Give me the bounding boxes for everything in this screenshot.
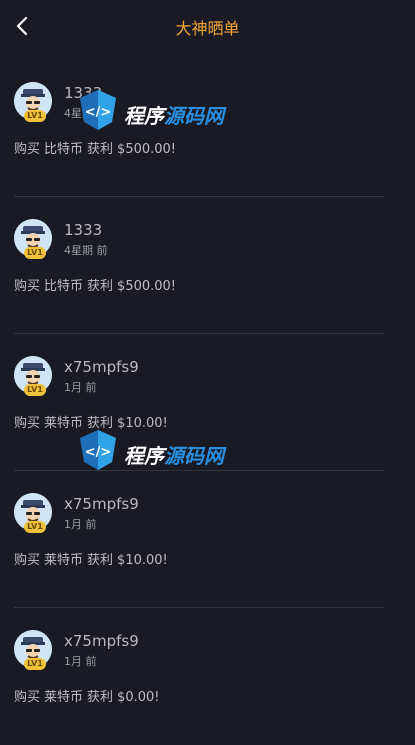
- avatar[interactable]: LV1: [14, 630, 52, 670]
- coin-name: 莱特币: [44, 553, 84, 568]
- showcase-feed: LV1 1333 4星期 前 购买 比特币 获利 $500.00! LV1 13…: [0, 60, 415, 745]
- profit-amount: $500.00!: [117, 142, 177, 157]
- profit-label: 获利: [87, 690, 114, 705]
- action-text: 购买: [14, 416, 41, 431]
- level-badge: LV1: [24, 658, 46, 670]
- avatar[interactable]: LV1: [14, 356, 52, 396]
- username: 1333: [64, 84, 103, 102]
- action-text: 购买: [14, 279, 41, 294]
- showcase-post: LV1 1333 4星期 前 购买 比特币 获利 $500.00!: [0, 60, 415, 197]
- post-time: 4星期 前: [64, 244, 108, 257]
- level-badge: LV1: [24, 521, 46, 533]
- top-bar: 大神晒单: [0, 0, 415, 52]
- showcase-post: LV1 1333 4星期 前 购买 比特币 获利 $500.00!: [0, 197, 415, 334]
- showcase-post: LV1 x75mpfs9 1月 前 购买 莱特币 获利 $10.00!: [0, 471, 415, 608]
- avatar[interactable]: LV1: [14, 493, 52, 533]
- coin-name: 比特币: [44, 279, 84, 294]
- profit-label: 获利: [87, 142, 114, 157]
- username: x75mpfs9: [64, 358, 139, 376]
- level-badge: LV1: [24, 247, 46, 259]
- level-badge: LV1: [24, 384, 46, 396]
- profit-label: 获利: [87, 279, 114, 294]
- profit-label: 获利: [87, 553, 114, 568]
- post-content: 购买 比特币 获利 $500.00!: [14, 275, 176, 294]
- action-text: 购买: [14, 690, 41, 705]
- profit-amount: $10.00!: [117, 553, 168, 568]
- avatar[interactable]: LV1: [14, 82, 52, 122]
- post-content: 购买 莱特币 获利 $10.00!: [14, 412, 168, 431]
- profit-amount: $500.00!: [117, 279, 177, 294]
- page-title: 大神晒单: [175, 19, 240, 38]
- post-content: 购买 莱特币 获利 $10.00!: [14, 549, 168, 568]
- showcase-post: LV1 x75mpfs9 1月 前 购买 莱特币 获利 $10.00!: [0, 334, 415, 471]
- username: 1333: [64, 221, 103, 239]
- showcase-post: LV1 x75mpfs9 1月 前 购买 莱特币 获利 $0.00!: [0, 608, 415, 745]
- level-badge: LV1: [24, 110, 46, 122]
- coin-name: 莱特币: [44, 416, 84, 431]
- post-content: 购买 莱特币 获利 $0.00!: [14, 686, 159, 705]
- username: x75mpfs9: [64, 495, 139, 513]
- profit-amount: $10.00!: [117, 416, 168, 431]
- action-text: 购买: [14, 553, 41, 568]
- username: x75mpfs9: [64, 632, 139, 650]
- action-text: 购买: [14, 142, 41, 157]
- coin-name: 莱特币: [44, 690, 84, 705]
- post-time: 1月 前: [64, 518, 97, 531]
- post-time: 4星期 前: [64, 107, 108, 120]
- coin-name: 比特币: [44, 142, 84, 157]
- post-content: 购买 比特币 获利 $500.00!: [14, 138, 176, 157]
- profit-label: 获利: [87, 416, 114, 431]
- post-time: 1月 前: [64, 655, 97, 668]
- profit-amount: $0.00!: [117, 690, 160, 705]
- avatar[interactable]: LV1: [14, 219, 52, 259]
- post-time: 1月 前: [64, 381, 97, 394]
